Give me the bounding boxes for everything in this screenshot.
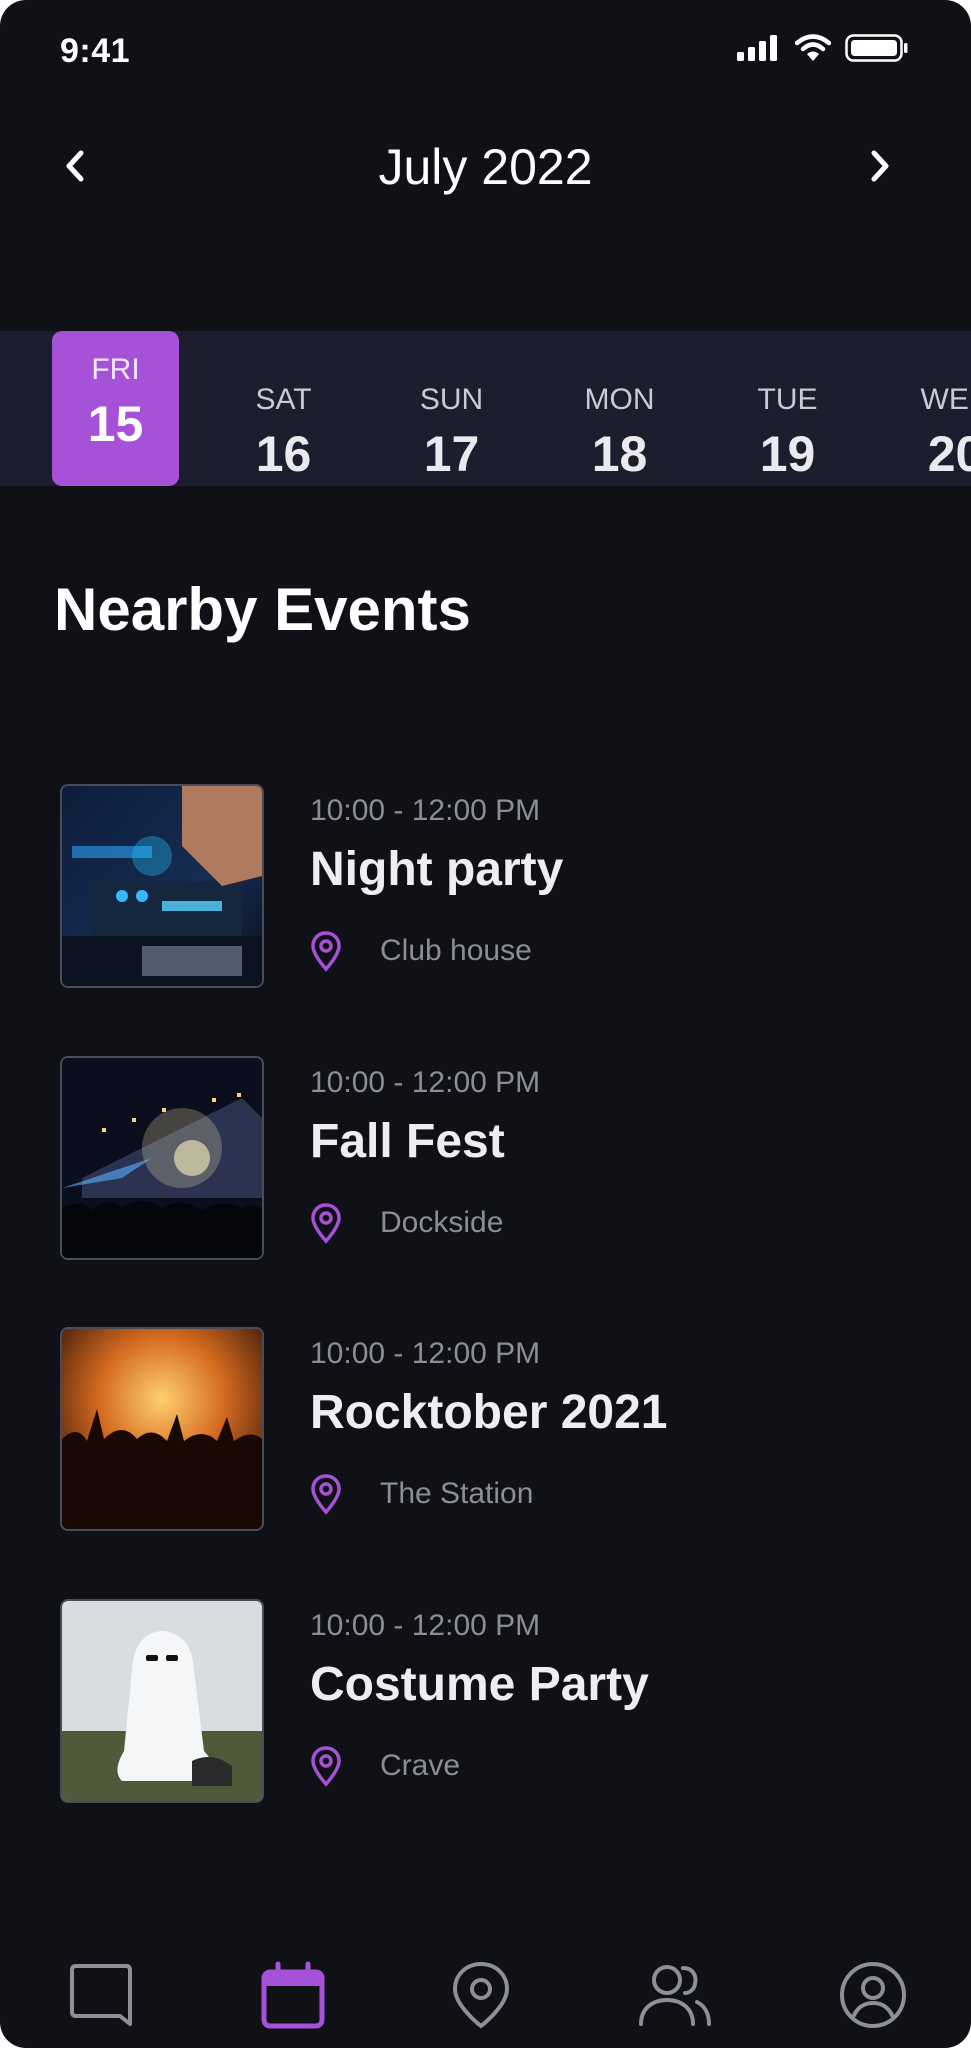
day-name: TUE — [757, 383, 818, 416]
tab-people[interactable] — [635, 1955, 715, 2035]
event-title: Costume Party — [310, 1658, 649, 1711]
event-title: Fall Fest — [310, 1115, 505, 1168]
event-card[interactable]: 10:00 - 12:00 PM Fall Fest Dockside — [60, 1056, 920, 1262]
app-screen: 9:41 July 2022 FRI 15 SAT 16 SUN 17 MON … — [0, 0, 971, 2048]
tab-profile[interactable] — [833, 1955, 913, 2035]
event-title: Night party — [310, 843, 564, 896]
day-name: MON — [584, 383, 655, 416]
profile-icon — [840, 1962, 906, 2028]
day-name: SUN — [419, 383, 484, 416]
battery-icon — [845, 34, 908, 62]
day-name: FRI — [91, 353, 140, 386]
event-location: Club house — [380, 934, 532, 967]
day-item[interactable]: WED 20 — [892, 353, 971, 486]
event-time: 10:00 - 12:00 PM — [310, 1609, 541, 1642]
location-pin-icon — [452, 1961, 510, 2029]
event-location: The Station — [380, 1477, 534, 1510]
status-icons — [737, 34, 909, 62]
location-pin-icon — [311, 1474, 341, 1515]
day-number: 15 — [87, 396, 144, 452]
location-pin-icon — [311, 931, 341, 972]
event-location: Dockside — [380, 1206, 504, 1239]
day-number: 18 — [591, 426, 648, 482]
day-number: 20 — [927, 426, 971, 482]
tab-map[interactable] — [441, 1955, 521, 2035]
location-pin-icon — [311, 1203, 341, 1244]
event-image — [60, 1327, 264, 1531]
location-pin-icon — [311, 1746, 341, 1787]
day-item[interactable]: FRI 15 — [52, 331, 179, 486]
status-time: 9:41 — [60, 32, 131, 70]
event-time: 10:00 - 12:00 PM — [310, 1066, 541, 1099]
next-month-button[interactable] — [857, 143, 903, 189]
event-image — [60, 1599, 264, 1803]
event-time: 10:00 - 12:00 PM — [310, 1337, 541, 1370]
event-image — [60, 1056, 264, 1260]
event-card[interactable]: 10:00 - 12:00 PM Costume Party Crave — [60, 1599, 920, 1805]
day-item[interactable]: MON 18 — [556, 353, 683, 486]
calendar-icon — [261, 1961, 325, 2029]
chevron-right-icon — [871, 150, 889, 182]
signal-icon — [737, 35, 777, 61]
tab-chat[interactable] — [61, 1955, 141, 2035]
event-title: Rocktober 2021 — [310, 1386, 668, 1439]
day-name: SAT — [255, 383, 312, 416]
event-location: Crave — [380, 1749, 461, 1782]
event-card[interactable]: 10:00 - 12:00 PM Rocktober 2021 The Stat… — [60, 1327, 920, 1533]
wifi-icon — [795, 34, 831, 61]
event-time: 10:00 - 12:00 PM — [310, 794, 541, 827]
month-title: July 2022 — [378, 139, 593, 195]
people-icon — [639, 1965, 711, 2026]
chat-icon — [70, 1964, 132, 2026]
tab-calendar[interactable] — [253, 1955, 333, 2035]
day-name: WED — [920, 383, 971, 416]
day-item[interactable]: SAT 16 — [220, 353, 347, 486]
day-item[interactable]: SUN 17 — [388, 353, 515, 486]
day-number: 16 — [255, 426, 312, 482]
section-title: Nearby Events — [54, 576, 471, 643]
day-number: 17 — [423, 426, 480, 482]
event-image — [60, 784, 264, 988]
event-card[interactable]: 10:00 - 12:00 PM Night party Club house — [60, 784, 920, 990]
day-number: 19 — [759, 426, 816, 482]
day-item[interactable]: TUE 19 — [724, 353, 851, 486]
date-strip: FRI 15 SAT 16 SUN 17 MON 18 TUE 19 WED 2… — [0, 331, 971, 486]
